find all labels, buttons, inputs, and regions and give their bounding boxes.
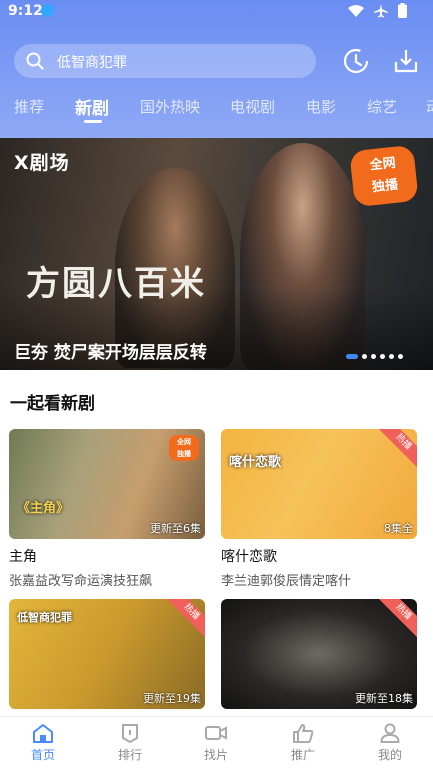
tab-movies[interactable]: 电影 [306,96,336,117]
drama-card[interactable]: 《主角》 全网 独播 更新至6集 主角 张嘉益改写命运演技狂飙 [9,429,205,589]
wifi-icon [348,3,364,22]
show-title-art: 方圆八百米 [26,264,206,304]
status-bar: 9:12 [0,0,433,24]
section-title: 一起看新剧 [10,394,95,414]
episode-badge: 更新至18集 [355,692,413,705]
thumb-up-icon [293,724,314,743]
tab-new-drama[interactable]: 新剧 [75,96,109,119]
hot-tag: 热播 [375,429,417,471]
exclusive-tag: 全网 独播 [169,435,199,461]
nav-mine-label: 我的 [377,748,402,762]
nav-find[interactable]: 找片 [186,723,246,763]
tab-recommend[interactable]: 推荐 [14,96,44,117]
status-icons [348,3,407,22]
tab-anime[interactable]: 动 [426,96,433,117]
battery-icon [398,3,407,22]
brand-logo: X剧场 [14,152,70,174]
drama-subtitle: 张嘉益改写命运演技狂飙 [9,574,153,589]
drama-title: 喀什恋歌 [221,549,277,565]
nav-promote-label: 推广 [290,748,315,762]
video-icon [205,726,227,740]
download-button[interactable] [392,47,420,79]
active-tab-indicator [84,120,102,123]
drama-title: 主角 [9,549,37,565]
exclusive-badge: 全网 独播 [349,144,419,208]
episode-badge: 更新至19集 [143,692,201,705]
carousel-dot [389,354,394,359]
user-icon [380,723,400,743]
thumbnail-title-art: 《主角》 [17,501,70,516]
tab-foreign-hits[interactable]: 国外热映 [140,96,200,117]
nav-ranking-label: 排行 [117,748,142,762]
drama-thumbnail: 《主角》 全网 独播 更新至6集 [9,429,205,539]
drama-thumbnail: 喀什恋歌 热播 8集全 [221,429,417,539]
drama-subtitle: 李兰迪郭俊辰情定喀什 [221,574,352,589]
tab-tv-series[interactable]: 电视剧 [230,96,275,117]
episode-badge: 8集全 [384,522,413,535]
header: 9:12 低智商犯罪 推荐 新剧 国外热映 电视剧 电影 综艺 [0,0,433,138]
carousel-dot [362,354,367,359]
history-button[interactable] [342,47,370,79]
nav-home-label: 首页 [30,748,55,762]
tab-variety[interactable]: 综艺 [367,96,397,117]
nav-find-label: 找片 [203,748,228,762]
search-input[interactable]: 低智商犯罪 [14,44,316,78]
episode-badge: 更新至6集 [150,522,201,535]
home-icon [33,724,53,743]
thumbnail-title-art: 低智商犯罪 [17,611,72,624]
carousel-indicator [346,354,403,359]
drama-thumbnail: 低智商犯罪 热播 更新至19集 [9,599,205,709]
drama-card[interactable]: 热播 更新至18集 [221,599,417,709]
status-time: 9:12 [8,3,43,19]
carousel-dot [371,354,376,359]
nav-home[interactable]: 首页 [13,723,73,763]
nav-ranking[interactable]: 排行 [100,723,160,763]
nav-mine[interactable]: 我的 [360,723,420,763]
hot-tag: 热播 [163,599,205,641]
search-icon [26,52,44,74]
search-placeholder: 低智商犯罪 [57,55,127,71]
drama-card[interactable]: 喀什恋歌 热播 8集全 喀什恋歌 李兰迪郭俊辰情定喀什 [221,429,417,589]
drama-thumbnail: 热播 更新至18集 [221,599,417,709]
airplane-icon [374,3,388,22]
banner-caption: 巨夯 焚尸案开场层层反转 [14,343,207,363]
nav-promote[interactable]: 推广 [273,723,333,763]
thumbnail-title-art: 喀什恋歌 [229,455,282,470]
ranking-icon [122,724,138,743]
category-tabs: 推荐 新剧 国外热映 电视剧 电影 综艺 动 [0,96,433,128]
carousel-dot [346,354,358,359]
featured-banner[interactable]: X剧场 全网 独播 方圆八百米 巨夯 焚尸案开场层层反转 [0,138,433,370]
hot-tag: 热播 [375,599,417,641]
download-notification-icon [41,4,54,17]
carousel-dot [398,354,403,359]
drama-card[interactable]: 低智商犯罪 热播 更新至19集 [9,599,205,709]
carousel-dot [380,354,385,359]
bottom-navigation: 首页 排行 找片 推广 我的 [0,716,433,770]
